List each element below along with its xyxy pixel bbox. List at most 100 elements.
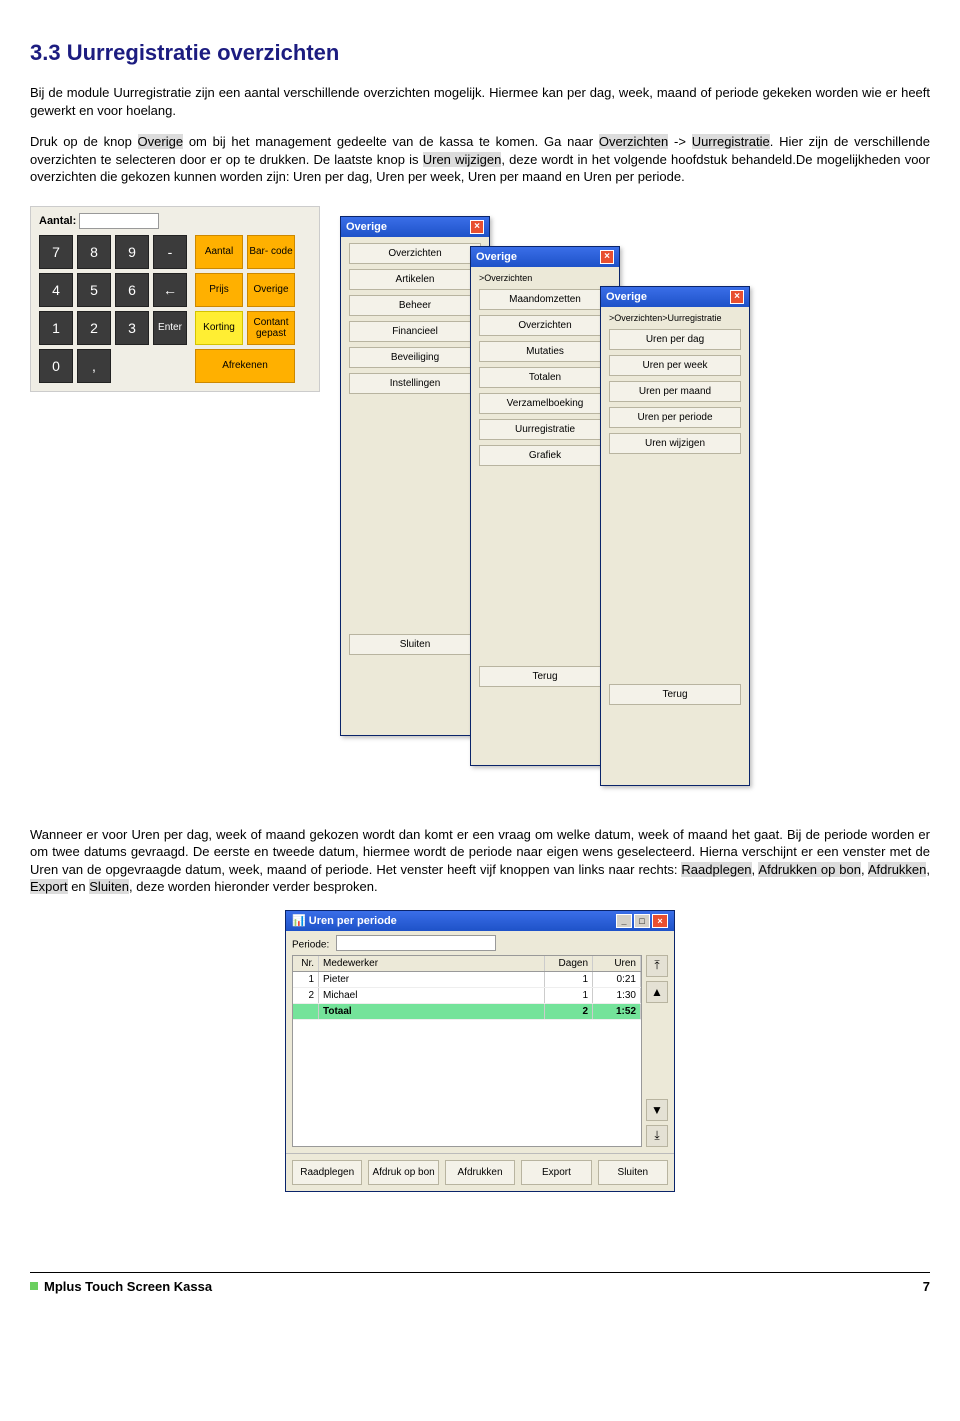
- text: , deze worden hieronder verder besproken…: [129, 879, 378, 894]
- highlight-raadplegen: Raadplegen: [681, 862, 751, 877]
- key-0[interactable]: 0: [39, 349, 73, 383]
- col-uren: Uren: [593, 956, 641, 971]
- paragraph-intro: Bij de module Uurregistratie zijn een aa…: [30, 84, 930, 119]
- cell-nr: 2: [293, 988, 319, 1003]
- page-footer: Mplus Touch Screen Kassa 7: [30, 1272, 930, 1294]
- menu-grafiek[interactable]: Grafiek: [479, 445, 611, 466]
- periode-input[interactable]: [336, 935, 496, 951]
- btn-sluiten[interactable]: Sluiten: [598, 1160, 668, 1185]
- highlight-export: Export: [30, 879, 68, 894]
- menu-beheer[interactable]: Beheer: [349, 295, 481, 316]
- menu-overzichten[interactable]: Overzichten: [479, 315, 611, 336]
- key-7[interactable]: 7: [39, 235, 73, 269]
- dialog-title: Overige: [346, 221, 387, 233]
- btn-barcode[interactable]: Bar- code: [247, 235, 295, 269]
- menu-maandomzetten[interactable]: Maandomzetten: [479, 289, 611, 310]
- close-icon[interactable]: ×: [730, 290, 744, 304]
- btn-terug[interactable]: Terug: [609, 684, 741, 705]
- breadcrumb: >Overzichten: [479, 273, 611, 283]
- key-enter[interactable]: Enter: [153, 311, 187, 345]
- text: ,: [861, 862, 868, 877]
- cell-medewerker: Michael: [319, 988, 545, 1003]
- btn-terug[interactable]: Terug: [479, 666, 611, 687]
- cell-medewerker: Pieter: [319, 972, 545, 987]
- menu-instellingen[interactable]: Instellingen: [349, 373, 481, 394]
- menu-totalen[interactable]: Totalen: [479, 367, 611, 388]
- key-2[interactable]: 2: [77, 311, 111, 345]
- minimize-icon[interactable]: _: [616, 914, 632, 928]
- scroll-down-icon[interactable]: ▼: [646, 1099, 668, 1121]
- menu-uren-per-dag[interactable]: Uren per dag: [609, 329, 741, 350]
- paragraph-periode: Wanneer er voor Uren per dag, week of ma…: [30, 826, 930, 896]
- keypad-side-buttons: Aantal Bar- code Prijs Overige Korting C…: [195, 235, 295, 383]
- btn-aantal[interactable]: Aantal: [195, 235, 243, 269]
- close-icon[interactable]: ×: [652, 914, 668, 928]
- menu-beveiliging[interactable]: Beveiliging: [349, 347, 481, 368]
- aantal-input[interactable]: [79, 213, 159, 229]
- highlight-uurregistratie: Uurregistratie: [692, 134, 770, 149]
- dialog-title: Overige: [476, 251, 517, 263]
- btn-afrekenen[interactable]: Afrekenen: [195, 349, 295, 383]
- footer-title: Mplus Touch Screen Kassa: [44, 1279, 212, 1294]
- btn-korting[interactable]: Korting: [195, 311, 243, 345]
- highlight-afdrukken-bon: Afdrukken op bon: [758, 862, 861, 877]
- menu-uren-per-week[interactable]: Uren per week: [609, 355, 741, 376]
- btn-raadplegen[interactable]: Raadplegen: [292, 1160, 362, 1185]
- btn-export[interactable]: Export: [521, 1160, 591, 1185]
- menu-artikelen[interactable]: Artikelen: [349, 269, 481, 290]
- key-comma[interactable]: ,: [77, 349, 111, 383]
- btn-overige[interactable]: Overige: [247, 273, 295, 307]
- cell-uren: 1:30: [593, 988, 641, 1003]
- menu-verzamelboeking[interactable]: Verzamelboeking: [479, 393, 611, 414]
- col-medewerker: Medewerker: [319, 956, 545, 971]
- cell-dagen: 1: [545, 988, 593, 1003]
- maximize-icon[interactable]: □: [634, 914, 650, 928]
- close-icon[interactable]: ×: [470, 220, 484, 234]
- dialog-overzichten: Overige × >Overzichten Maandomzetten Ove…: [470, 246, 620, 766]
- btn-afdruk-op-bon[interactable]: Afdruk op bon: [368, 1160, 438, 1185]
- cell-nr: [293, 1004, 319, 1019]
- menu-uren-per-periode[interactable]: Uren per periode: [609, 407, 741, 428]
- menu-uurregistratie[interactable]: Uurregistratie: [479, 419, 611, 440]
- scroll-bottom-icon[interactable]: ⤓: [646, 1125, 668, 1147]
- menu-mutaties[interactable]: Mutaties: [479, 341, 611, 362]
- menu-uren-per-maand[interactable]: Uren per maand: [609, 381, 741, 402]
- key-3[interactable]: 3: [115, 311, 149, 345]
- numeric-keypad: 7 8 9 - 4 5 6 ← 1 2 3 Enter 0 ,: [39, 235, 187, 383]
- scroll-up-icon[interactable]: ▲: [646, 981, 668, 1003]
- table-row[interactable]: 1 Pieter 1 0:21: [293, 972, 641, 988]
- key-backspace[interactable]: ←: [153, 273, 187, 307]
- scroll-top-icon[interactable]: ⤒: [646, 955, 668, 977]
- highlight-overige: Overige: [138, 134, 184, 149]
- btn-sluiten[interactable]: Sluiten: [349, 634, 481, 655]
- text: om bij het management gedeelte van de ka…: [183, 134, 599, 149]
- key-minus[interactable]: -: [153, 235, 187, 269]
- btn-prijs[interactable]: Prijs: [195, 273, 243, 307]
- col-nr: Nr.: [293, 956, 319, 971]
- aantal-label: Aantal:: [39, 215, 76, 227]
- text: Druk op de knop: [30, 134, 138, 149]
- close-icon[interactable]: ×: [600, 250, 614, 264]
- bullet-icon: [30, 1282, 38, 1290]
- cell-uren: 0:21: [593, 972, 641, 987]
- cell-totaal-label: Totaal: [319, 1004, 545, 1019]
- key-4[interactable]: 4: [39, 273, 73, 307]
- key-9[interactable]: 9: [115, 235, 149, 269]
- menu-overzichten[interactable]: Overzichten: [349, 243, 481, 264]
- uren-table: Nr. Medewerker Dagen Uren 1 Pieter 1 0:2…: [292, 955, 642, 1147]
- key-6[interactable]: 6: [115, 273, 149, 307]
- btn-contant-gepast[interactable]: Contant gepast: [247, 311, 295, 345]
- key-5[interactable]: 5: [77, 273, 111, 307]
- cell-dagen: 2: [545, 1004, 593, 1019]
- menu-uren-wijzigen[interactable]: Uren wijzigen: [609, 433, 741, 454]
- key-1[interactable]: 1: [39, 311, 73, 345]
- menu-financieel[interactable]: Financieel: [349, 321, 481, 342]
- text: en: [68, 879, 90, 894]
- highlight-sluiten: Sluiten: [89, 879, 129, 894]
- section-heading: 3.3 Uurregistratie overzichten: [30, 40, 930, 66]
- key-8[interactable]: 8: [77, 235, 111, 269]
- periode-label: Periode:: [292, 939, 329, 950]
- table-row[interactable]: 2 Michael 1 1:30: [293, 988, 641, 1004]
- col-dagen: Dagen: [545, 956, 593, 971]
- btn-afdrukken[interactable]: Afdrukken: [445, 1160, 515, 1185]
